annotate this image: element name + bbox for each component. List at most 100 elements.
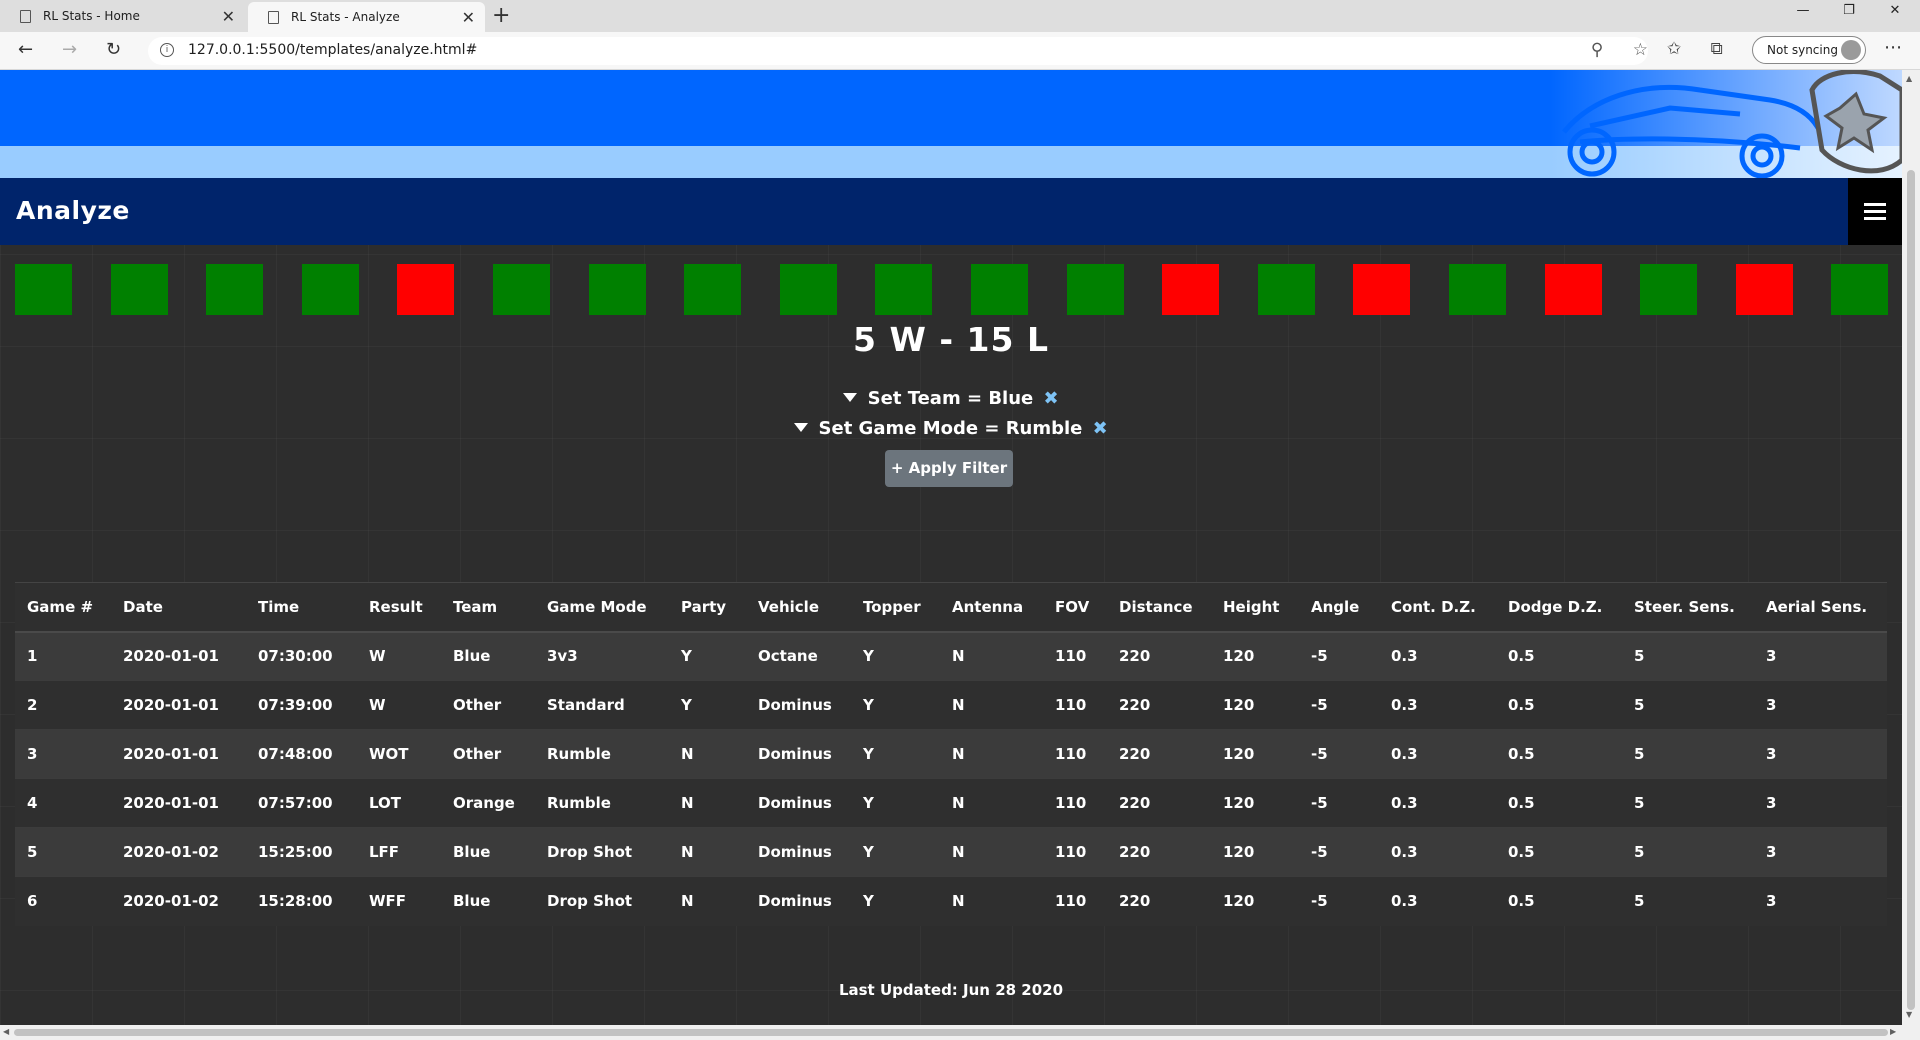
table-header-row: Game # Date Time Result Team Game Mode Party Ve… (15, 582, 1887, 633)
table-cell: 0.3 (1379, 631, 1496, 681)
win-square (1258, 264, 1315, 315)
page-title: Analyze (16, 196, 130, 225)
refresh-icon[interactable]: ↻ (106, 39, 121, 60)
profile-sync-button[interactable]: Not syncing (1752, 36, 1866, 64)
table-cell: 0.5 (1496, 631, 1622, 681)
table-cell: WFF (357, 876, 441, 926)
table-row: 2 2020-01-01 07:39:00 W Other Standard Y Dominu… (15, 680, 1887, 730)
loss-square (1162, 264, 1219, 315)
table-cell: N (940, 827, 1043, 877)
scroll-right-arrow-icon[interactable]: ▶ (1890, 1027, 1896, 1036)
apply-filter-button[interactable]: + Apply Filter (885, 450, 1013, 487)
table-cell: Blue (441, 827, 535, 877)
close-icon[interactable]: ✕ (222, 7, 235, 26)
table-cell: Y (851, 631, 940, 681)
favorite-star-icon[interactable]: ☆ (1633, 40, 1648, 60)
table-cell: Blue (441, 631, 535, 681)
remove-filter-icon[interactable]: ✖ (1044, 388, 1059, 409)
table-cell: 110 (1043, 729, 1107, 779)
remove-filter-icon[interactable]: ✖ (1093, 418, 1108, 439)
table-cell: N (940, 778, 1043, 828)
scroll-left-arrow-icon[interactable]: ◀ (3, 1027, 9, 1036)
win-square (1067, 264, 1124, 315)
column-header: Game # (15, 582, 111, 633)
table-cell: Dominus (746, 876, 851, 926)
loss-square (1736, 264, 1793, 315)
favorites-icon[interactable]: ✩ (1667, 39, 1681, 59)
table-row: 3 2020-01-01 07:48:00 WOT Other Rumble N Dominu… (15, 729, 1887, 779)
column-header: Cont. D.Z. (1379, 582, 1496, 633)
back-arrow-icon[interactable]: ← (18, 39, 33, 60)
table-cell: -5 (1299, 729, 1379, 779)
table-cell: Y (669, 631, 746, 681)
table-cell: Drop Shot (535, 876, 669, 926)
table-cell: Y (851, 876, 940, 926)
restore-icon[interactable]: ❐ (1826, 0, 1872, 22)
column-header: Topper (851, 582, 940, 633)
table-cell: 0.3 (1379, 876, 1496, 926)
win-square (971, 264, 1028, 315)
tab-title: RL Stats - Analyze (291, 10, 400, 24)
minimize-icon[interactable]: — (1780, 0, 1826, 22)
column-header: Result (357, 582, 441, 633)
win-square (206, 264, 263, 315)
column-header: FOV (1043, 582, 1107, 633)
table-cell: N (940, 729, 1043, 779)
zoom-icon[interactable]: ⚲ (1591, 40, 1603, 60)
forward-arrow-icon[interactable]: → (62, 39, 77, 60)
table-cell: Other (441, 680, 535, 730)
table-cell: Dominus (746, 827, 851, 877)
win-square (111, 264, 168, 315)
close-icon[interactable]: ✕ (462, 8, 475, 27)
new-tab-icon[interactable]: + (492, 3, 510, 28)
more-options-icon[interactable]: ⋯ (1884, 37, 1902, 58)
table-cell: 15:28:00 (246, 876, 357, 926)
url-text[interactable]: 127.0.0.1:5500/templates/analyze.html# (188, 42, 477, 58)
column-header: Distance (1107, 582, 1211, 633)
table-cell: 2020-01-02 (111, 876, 246, 926)
menu-icon (1864, 217, 1886, 220)
table-cell: Blue (441, 876, 535, 926)
table-cell: WOT (357, 729, 441, 779)
table-cell: 120 (1211, 778, 1299, 828)
table-cell: 2020-01-01 (111, 729, 246, 779)
column-header: Aerial Sens. (1754, 582, 1887, 633)
loss-square (1545, 264, 1602, 315)
browser-tab-home[interactable]: RL Stats - Home ✕ (0, 0, 245, 32)
filter-label: Set Team = Blue (867, 388, 1034, 409)
browser-tab-analyze[interactable]: RL Stats - Analyze ✕ (248, 2, 485, 32)
scroll-up-arrow-icon[interactable]: ▲ (1906, 74, 1912, 83)
table-cell: Y (851, 778, 940, 828)
table-cell: Other (441, 729, 535, 779)
scrollbar-thumb[interactable] (14, 1029, 1888, 1036)
hamburger-menu-button[interactable] (1848, 178, 1902, 245)
filter-icon (794, 423, 809, 432)
win-square (302, 264, 359, 315)
table-cell: 5 (1622, 827, 1754, 877)
vertical-scrollbar[interactable]: ▲ ▼ (1902, 70, 1920, 1025)
table-cell: 5 (1622, 680, 1754, 730)
browser-tab-bar: RL Stats - Home ✕ RL Stats - Analyze ✕ +… (0, 0, 1920, 32)
table-cell: 2020-01-02 (111, 827, 246, 877)
win-square (780, 264, 837, 315)
last-updated-text: Last Updated: Jun 28 2020 (838, 981, 1064, 999)
horizontal-scrollbar[interactable]: ◀ ▶ (0, 1025, 1902, 1040)
scrollbar-thumb[interactable] (1907, 170, 1915, 1010)
table-cell: 07:30:00 (246, 631, 357, 681)
scroll-down-arrow-icon[interactable]: ▼ (1906, 1010, 1912, 1019)
close-window-icon[interactable]: ✕ (1872, 0, 1918, 22)
table-row: 4 2020-01-01 07:57:00 LOT Orange Rumble N Domin… (15, 778, 1887, 828)
table-cell: 5 (1622, 729, 1754, 779)
table-cell: Standard (535, 680, 669, 730)
table-cell: 1 (15, 631, 111, 681)
info-icon[interactable]: i (160, 43, 174, 57)
address-bar[interactable]: i 127.0.0.1:5500/templates/analyze.html#… (148, 37, 1648, 65)
collections-icon[interactable]: ⧉ (1711, 39, 1723, 59)
table-cell: 0.3 (1379, 827, 1496, 877)
scrollbar-corner (1902, 1025, 1920, 1040)
table-cell: 110 (1043, 631, 1107, 681)
games-table: Game # Date Time Result Team Game Mode Party Ve… (15, 582, 1887, 926)
table-cell: Drop Shot (535, 827, 669, 877)
table-cell: 110 (1043, 876, 1107, 926)
column-header: Date (111, 582, 246, 633)
